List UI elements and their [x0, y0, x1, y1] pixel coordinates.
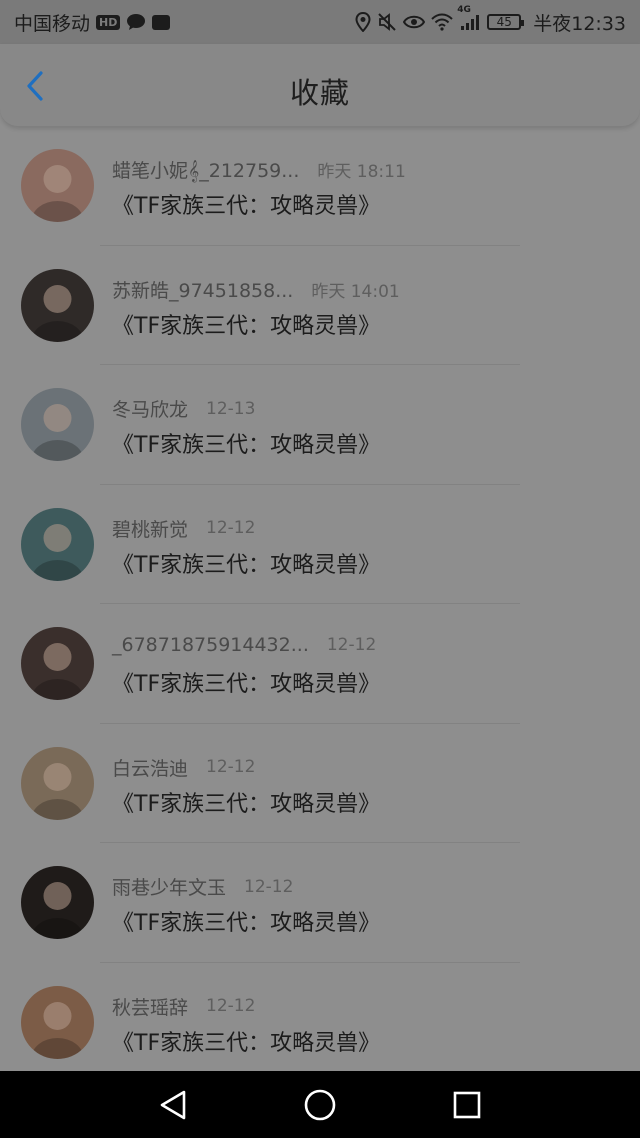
notification-icon [152, 14, 171, 30]
back-triangle-icon [161, 1090, 186, 1119]
timestamp: 12-12 [206, 518, 256, 538]
list-item[interactable]: 秋芸瑶辞 12-12 《TF家族三代：攻略灵兽》 [0, 963, 640, 1082]
hd-badge: HD [96, 14, 121, 30]
author-name: 秋芸瑶辞 [112, 996, 189, 1019]
network-label: 4G [457, 5, 471, 15]
list-item[interactable]: 冬马欣龙 12-13 《TF家族三代：攻略灵兽》 [0, 365, 640, 485]
nav-back-button[interactable] [143, 1075, 203, 1135]
timestamp: 12-12 [206, 996, 256, 1016]
item-meta: 雨巷少年文玉 12-12 [112, 873, 293, 900]
header: 收藏 [0, 44, 640, 127]
item-meta: 秋芸瑶辞 12-12 [112, 993, 255, 1020]
wifi-icon [431, 13, 453, 31]
avatar[interactable] [21, 985, 94, 1059]
item-meta: 冬马欣龙 12-13 [112, 395, 255, 422]
item-meta: 白云浩迪 12-12 [112, 754, 255, 781]
message-icon [126, 13, 146, 31]
list-item[interactable]: 雨巷少年文玉 12-12 《TF家族三代：攻略灵兽》 [0, 843, 640, 963]
work-title[interactable]: 《TF家族三代：攻略灵兽》 [112, 308, 380, 340]
work-title[interactable]: 《TF家族三代：攻略灵兽》 [112, 905, 380, 937]
timestamp: 昨天 14:01 [311, 281, 400, 302]
avatar[interactable] [21, 149, 94, 222]
author-name: 蜡笔小妮𝄞_212759... [112, 160, 300, 182]
avatar[interactable] [21, 268, 94, 342]
eye-icon [403, 14, 426, 30]
avatar[interactable] [21, 866, 94, 939]
timestamp: 12-12 [206, 757, 256, 777]
status-bar-left: 中国移动 HD [14, 9, 171, 36]
avatar[interactable] [21, 388, 94, 461]
timestamp: 12-12 [326, 635, 377, 655]
author-name: _67871875914432... [112, 634, 309, 656]
work-title[interactable]: 《TF家族三代：攻略灵兽》 [112, 188, 380, 220]
avatar[interactable] [21, 507, 94, 581]
item-meta: _67871875914432... 12-12 [112, 634, 376, 656]
list-item[interactable]: 碧桃新觉 12-12 《TF家族三代：攻略灵兽》 [0, 485, 640, 604]
avatar[interactable] [21, 746, 94, 820]
carrier-label: 中国移动 [14, 12, 91, 35]
timestamp: 昨天 18:11 [317, 162, 406, 182]
author-name: 冬马欣龙 [112, 399, 189, 421]
recents-square-icon [453, 1091, 480, 1118]
work-title[interactable]: 《TF家族三代：攻略灵兽》 [112, 427, 380, 459]
author-name: 苏新皓_97451858... [112, 279, 294, 302]
mute-icon [377, 12, 397, 32]
list-item[interactable]: _67871875914432... 12-12 《TF家族三代：攻略灵兽》 [0, 604, 640, 724]
work-title[interactable]: 《TF家族三代：攻略灵兽》 [112, 666, 380, 698]
system-nav-bar [0, 1071, 640, 1138]
avatar[interactable] [21, 627, 94, 700]
work-title[interactable]: 《TF家族三代：攻略灵兽》 [112, 547, 380, 579]
page-title: 收藏 [289, 76, 350, 110]
location-icon [355, 12, 371, 32]
author-name: 雨巷少年文玉 [112, 877, 227, 899]
battery-level: 45 [496, 15, 512, 29]
author-name: 白云浩迪 [112, 757, 189, 780]
list-item[interactable]: 白云浩迪 12-12 《TF家族三代：攻略灵兽》 [0, 724, 640, 843]
clock: 半夜12:33 [533, 12, 626, 35]
favorites-list: 蜡笔小妮𝄞_212759... 昨天 18:11 《TF家族三代：攻略灵兽》 苏… [0, 126, 640, 1082]
nav-recents-button[interactable] [437, 1075, 497, 1135]
work-title[interactable]: 《TF家族三代：攻略灵兽》 [112, 786, 380, 818]
status-bar-right: 4G 45 半夜12:33 [355, 5, 626, 36]
status-bar: 中国移动 HD 4G 45 半夜12:33 [0, 0, 640, 44]
list-item[interactable]: 蜡笔小妮𝄞_212759... 昨天 18:11 《TF家族三代：攻略灵兽》 [0, 126, 640, 246]
timestamp: 12-12 [244, 876, 294, 897]
item-meta: 蜡笔小妮𝄞_212759... 昨天 18:11 [112, 156, 406, 183]
author-name: 碧桃新觉 [112, 518, 189, 541]
home-circle-icon [304, 1089, 336, 1120]
work-title[interactable]: 《TF家族三代：攻略灵兽》 [112, 1025, 380, 1057]
nav-home-button[interactable] [290, 1075, 350, 1135]
list-item[interactable]: 苏新皓_97451858... 昨天 14:01 《TF家族三代：攻略灵兽》 [0, 246, 640, 365]
signal-icon: 4G [457, 5, 481, 31]
item-meta: 碧桃新觉 12-12 [112, 515, 255, 542]
item-meta: 苏新皓_97451858... 昨天 14:01 [112, 276, 400, 303]
timestamp: 12-13 [206, 398, 256, 419]
battery-icon: 45 [487, 14, 525, 30]
